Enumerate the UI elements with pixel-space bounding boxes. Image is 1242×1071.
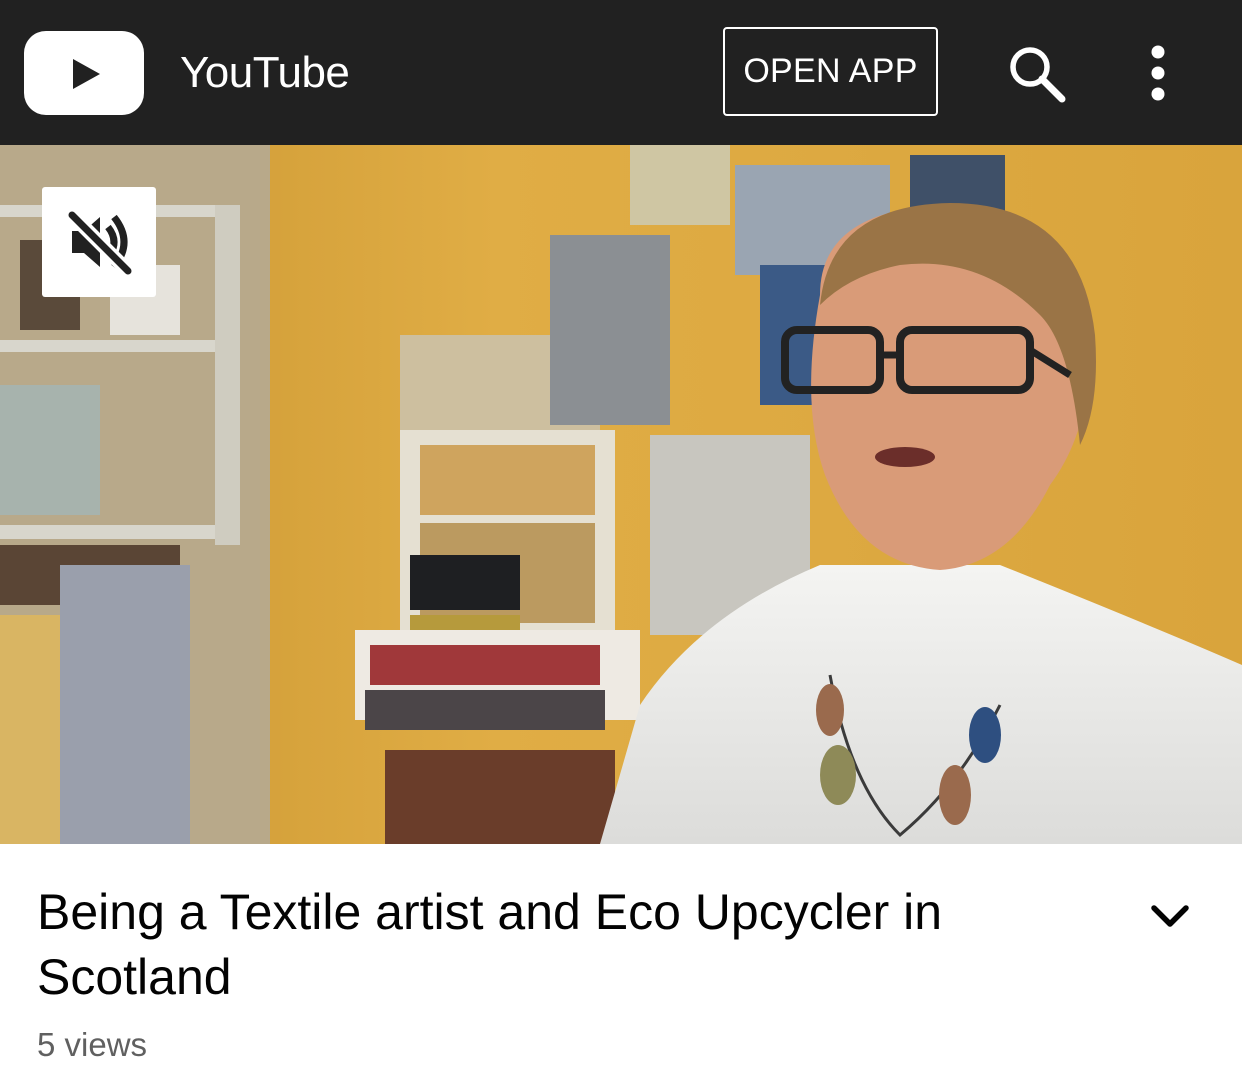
open-app-button[interactable]: OPEN APP (723, 27, 938, 116)
chevron-down-icon[interactable] (1146, 892, 1194, 940)
search-icon[interactable] (1004, 40, 1070, 106)
volume-off-icon (67, 210, 133, 276)
mute-button[interactable] (42, 187, 156, 297)
brand-name[interactable]: YouTube (180, 48, 350, 98)
view-count: 5 views (37, 1026, 148, 1063)
youtube-logo-icon[interactable] (24, 31, 144, 115)
video-title: Being a Textile artist and Eco Upcycler … (37, 884, 943, 1005)
video-frame-image (0, 145, 1242, 844)
app-bar: YouTube OPEN APP (0, 0, 1242, 145)
video-player[interactable] (0, 145, 1242, 844)
more-vertical-icon[interactable] (1136, 40, 1180, 106)
